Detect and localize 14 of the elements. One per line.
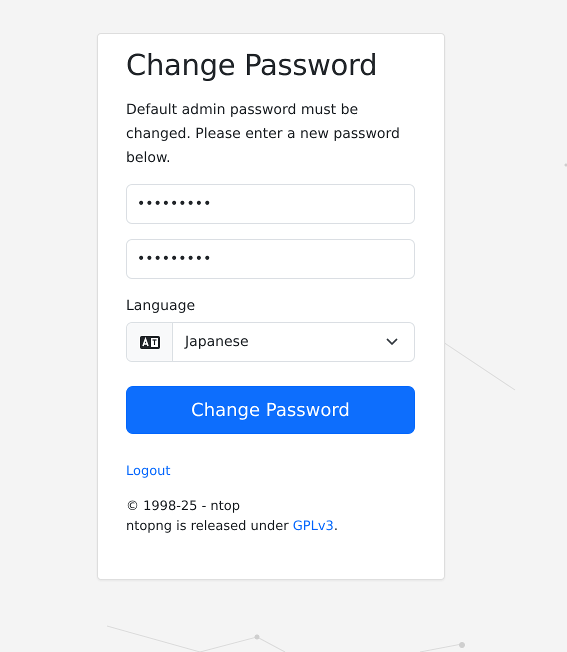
license-text: ntopng is released under GPLv3.: [126, 518, 339, 536]
language-label: Language: [126, 298, 196, 314]
instruction-text: Default admin password must be changed. Please enter a new password below.: [126, 101, 401, 168]
password-field[interactable]: •••••••••: [126, 239, 415, 279]
page-title: Change Password: [126, 47, 378, 84]
change-password-button[interactable]: Change Password: [126, 386, 415, 434]
copyright-text: © 1998-25 - ntop: [126, 498, 241, 516]
license-link[interactable]: GPLv3: [292, 519, 334, 534]
logout-link[interactable]: Logout: [126, 464, 171, 479]
translate-icon: [140, 336, 160, 348]
language-select[interactable]: Japanese: [126, 322, 415, 362]
password-field[interactable]: •••••••••: [126, 184, 415, 224]
selected-language: Japanese: [185, 334, 249, 350]
chevron-down-icon: [386, 338, 398, 346]
